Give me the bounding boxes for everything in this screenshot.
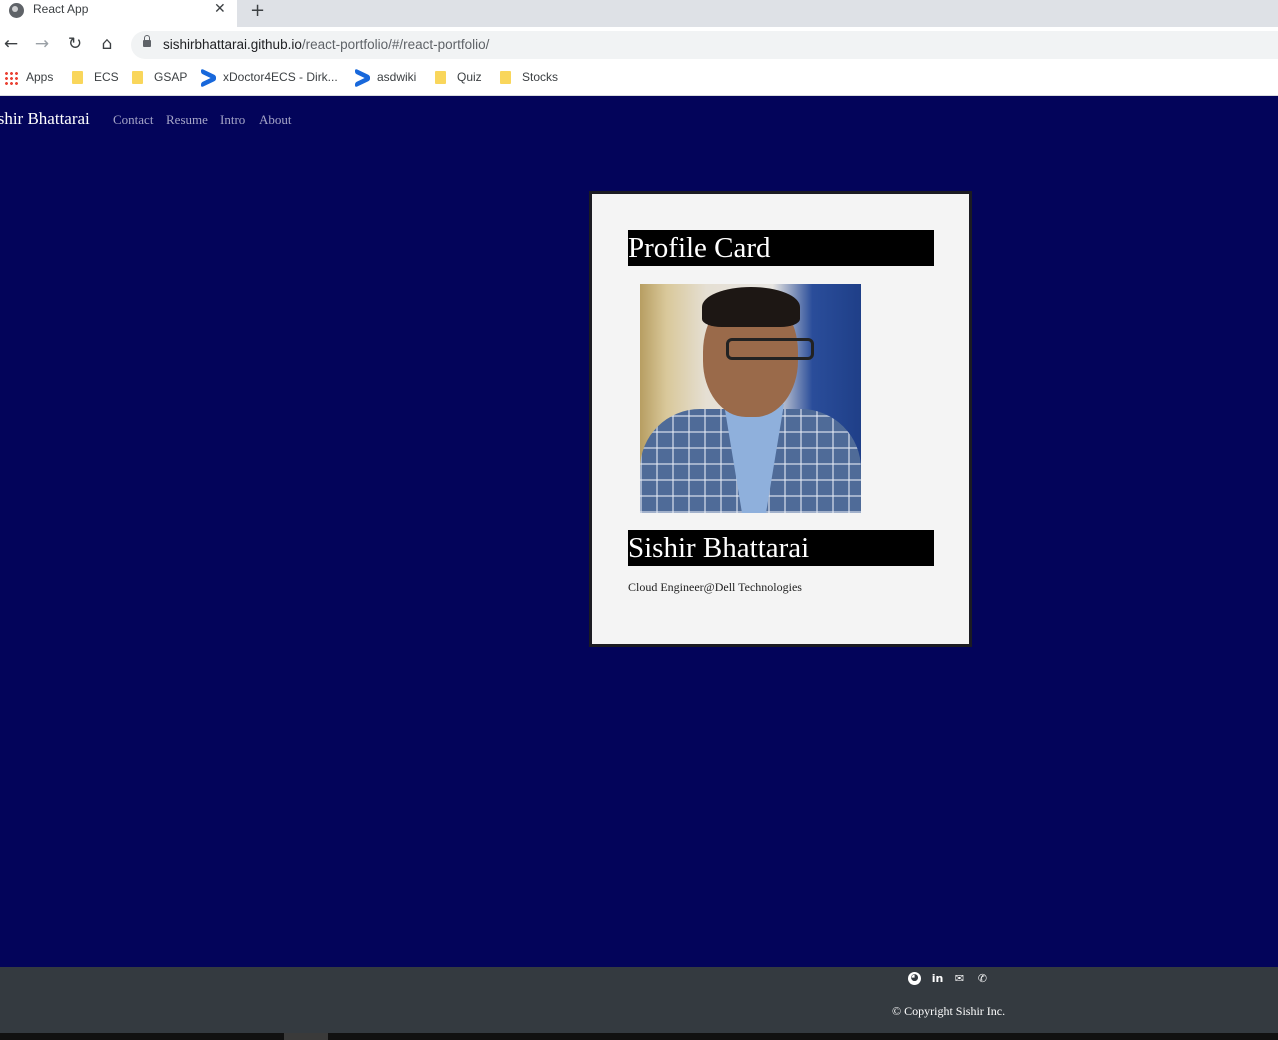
confluence-icon xyxy=(355,71,370,85)
url-text[interactable]: sishirbhattarai.github.io/react-portfoli… xyxy=(163,37,489,52)
profile-card: Profile Card Sishir Bhattarai Cloud Engi… xyxy=(589,191,972,647)
bookmarks-bar: Apps ECS GSAP xDoctor4ECS - Dirk... asdw… xyxy=(0,63,1278,96)
nav-link-contact[interactable]: Contact xyxy=(113,112,153,128)
forward-arrow-icon[interactable]: → xyxy=(31,33,53,55)
photo-hair xyxy=(702,287,800,327)
url-path: /react-portfolio/#/react-portfolio/ xyxy=(301,37,490,52)
apps-grid-icon xyxy=(4,71,18,85)
lock-icon xyxy=(143,35,151,47)
github-icon[interactable]: ◕ xyxy=(908,972,921,985)
tab-title: React App xyxy=(33,2,89,16)
envelope-icon[interactable]: ✉ xyxy=(953,972,966,985)
new-tab-button[interactable]: + xyxy=(250,0,265,21)
copyright-text: © Copyright Sishir Inc. xyxy=(892,1004,1006,1018)
back-arrow-icon[interactable]: ← xyxy=(0,33,22,55)
bookmark-label: Apps xyxy=(26,70,54,84)
nav-link-about[interactable]: About xyxy=(259,112,292,128)
profile-photo xyxy=(640,284,861,513)
folder-icon xyxy=(72,71,83,84)
close-tab-icon[interactable]: ✕ xyxy=(214,1,226,17)
site-navbar: ishir Bhattarai Contact Resume Intro Abo… xyxy=(0,96,1278,144)
card-header: Profile Card xyxy=(628,230,934,266)
photo-glasses xyxy=(726,338,814,360)
linkedin-icon[interactable]: in xyxy=(931,972,944,985)
bookmark-label: xDoctor4ECS - Dirk... xyxy=(223,70,338,84)
taskbar-item[interactable] xyxy=(284,1033,328,1040)
globe-icon xyxy=(9,3,24,18)
bookmark-label: GSAP xyxy=(154,70,188,84)
bookmark-label: Quiz xyxy=(457,70,482,84)
address-bar[interactable]: sishirbhattarai.github.io/react-portfoli… xyxy=(131,31,1278,59)
taskbar-strip xyxy=(0,1033,1278,1040)
nav-link-resume[interactable]: Resume xyxy=(166,112,208,128)
confluence-icon xyxy=(201,71,216,85)
home-icon[interactable]: ⌂ xyxy=(96,33,118,55)
browser-toolbar: ← → ↻ ⌂ sishirbhattarai.github.io/react-… xyxy=(0,27,1278,63)
site-footer: ◕ in ✉ ✆ © Copyright Sishir Inc. xyxy=(0,967,1278,1033)
folder-icon xyxy=(435,71,446,84)
reload-icon[interactable]: ↻ xyxy=(64,33,86,55)
navbar-brand[interactable]: ishir Bhattarai xyxy=(0,109,90,129)
bookmark-label: Stocks xyxy=(522,70,559,84)
browser-tab-strip: React App ✕ + xyxy=(0,0,1278,27)
nav-link-intro[interactable]: Intro xyxy=(220,112,245,128)
phone-icon[interactable]: ✆ xyxy=(976,972,989,985)
bookmark-label: asdwiki xyxy=(377,70,417,84)
browser-tab[interactable]: React App ✕ xyxy=(0,0,237,27)
folder-icon xyxy=(500,71,511,84)
folder-icon xyxy=(132,71,143,84)
url-host: sishirbhattarai.github.io xyxy=(163,37,302,52)
profile-name: Sishir Bhattarai xyxy=(628,530,934,566)
profile-subtitle: Cloud Engineer@Dell Technologies xyxy=(628,580,802,594)
bookmark-label: ECS xyxy=(94,70,119,84)
